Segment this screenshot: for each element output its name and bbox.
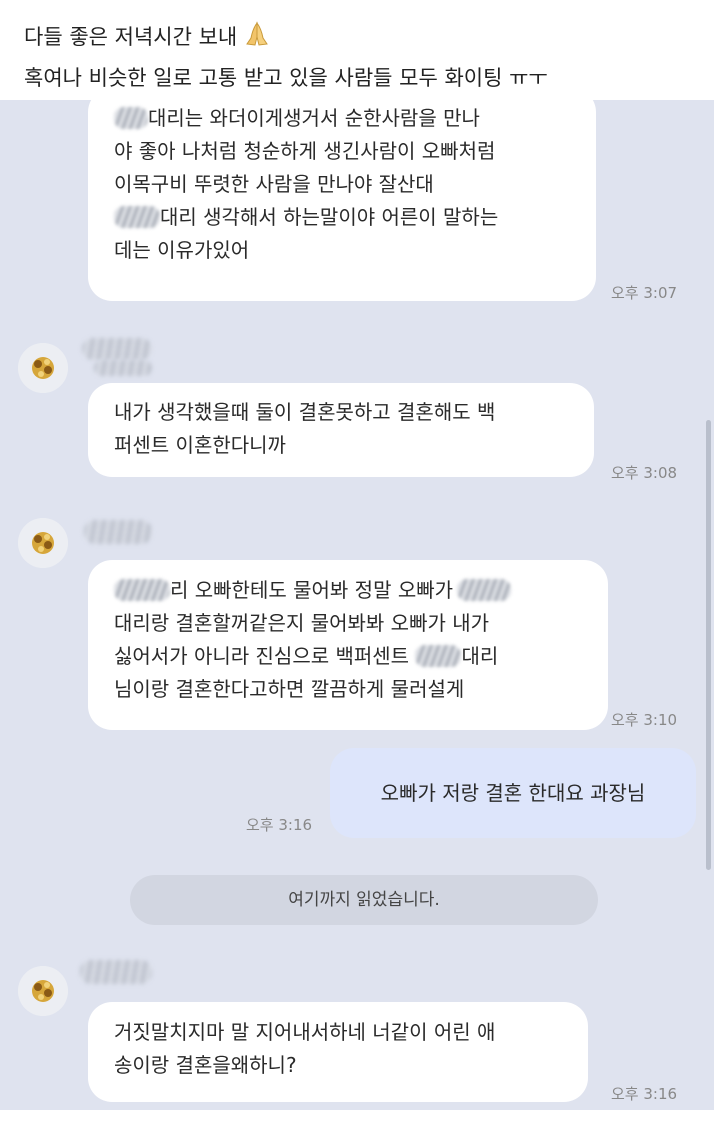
message-time: 오후 3:16 <box>611 1085 678 1103</box>
redacted-sender-name <box>94 360 152 376</box>
avatar[interactable] <box>18 518 68 568</box>
message-bubble-outgoing[interactable]: 오빠가 저랑 결혼 한대요 과장님 <box>330 748 696 838</box>
message-time: 오후 3:08 <box>611 464 678 482</box>
message-line: 대리는 와더이게생거서 순한사람을 만나 <box>114 102 572 135</box>
message-time: 오후 3:07 <box>611 284 678 302</box>
caption-line-1: 다들 좋은 저녁시간 보내 <box>24 18 694 59</box>
praying-hands-icon <box>243 21 271 59</box>
message-line: 님이랑 결혼한다고하면 깔끔하게 물러설게 <box>114 677 465 701</box>
message-bubble-incoming[interactable]: 거짓말치지마 말 지어내서하네 너같이 어린 애 송이랑 결혼을왜하니? <box>88 1002 588 1102</box>
message-line: 이목구비 뚜렷한 사람을 만나야 잘산대 <box>114 172 434 196</box>
avatar[interactable] <box>18 966 68 1016</box>
redacted-name <box>114 107 148 129</box>
message-line: 싫어서가 아니라 진심으로 백퍼센트 대리 <box>114 644 499 668</box>
message-line: 야 좋아 나처럼 청순하게 생긴사람이 오빠처럼 <box>114 139 496 163</box>
message-bubble-incoming[interactable]: 내가 생각했을때 둘이 결혼못하고 결혼해도 백 퍼센트 이혼한다니까 <box>88 383 594 477</box>
scrollbar[interactable] <box>706 420 711 870</box>
redacted-name <box>415 645 462 667</box>
message-line: 대리랑 결혼할꺼같은지 물어봐봐 오빠가 내가 <box>114 611 490 635</box>
redacted-sender-name <box>82 338 152 360</box>
message-bubble-incoming[interactable]: 리 오빠한테도 물어봐 정말 오빠가 대리랑 결혼할꺼같은지 물어봐봐 오빠가 … <box>88 560 608 730</box>
avatar[interactable] <box>18 343 68 393</box>
message-line: 대리 생각해서 하는말이야 어른이 말하는 <box>114 201 572 234</box>
flower-avatar-icon <box>18 518 68 568</box>
read-marker: 여기까지 읽었습니다. <box>130 875 598 925</box>
redacted-name <box>457 579 512 601</box>
message-line: 데는 이유가있어 <box>114 238 250 262</box>
message-line: 송이랑 결혼을왜하니? <box>114 1053 297 1077</box>
message-text: 오빠가 저랑 결혼 한대요 과장님 <box>380 781 646 805</box>
message-line: 거짓말치지마 말 지어내서하네 너같이 어린 애 <box>114 1020 496 1044</box>
redacted-sender-name <box>80 960 152 984</box>
message-line: 리 오빠한테도 물어봐 정말 오빠가 <box>114 574 584 607</box>
redacted-name <box>114 579 170 601</box>
redacted-sender-name <box>84 520 152 544</box>
message-time: 오후 3:16 <box>246 816 313 834</box>
message-time: 오후 3:10 <box>611 711 678 729</box>
post-caption: 다들 좋은 저녁시간 보내 혹여나 비슷한 일로 고통 받고 있을 사람들 모두… <box>24 18 694 97</box>
message-line: 퍼센트 이혼한다니까 <box>114 433 286 457</box>
chat-area[interactable]: 대리는 와더이게생거서 순한사람을 만나 야 좋아 나처럼 청순하게 생긴사람이… <box>0 100 714 1110</box>
message-line: 내가 생각했을때 둘이 결혼못하고 결혼해도 백 <box>114 400 496 424</box>
message-bubble-incoming[interactable]: 대리는 와더이게생거서 순한사람을 만나 야 좋아 나처럼 청순하게 생긴사람이… <box>88 100 596 301</box>
flower-avatar-icon <box>18 343 68 393</box>
redacted-name <box>114 206 160 228</box>
caption-line-2: 혹여나 비슷한 일로 고통 받고 있을 사람들 모두 화이팅 ㅠㅜ <box>24 66 548 90</box>
flower-avatar-icon <box>18 966 68 1016</box>
